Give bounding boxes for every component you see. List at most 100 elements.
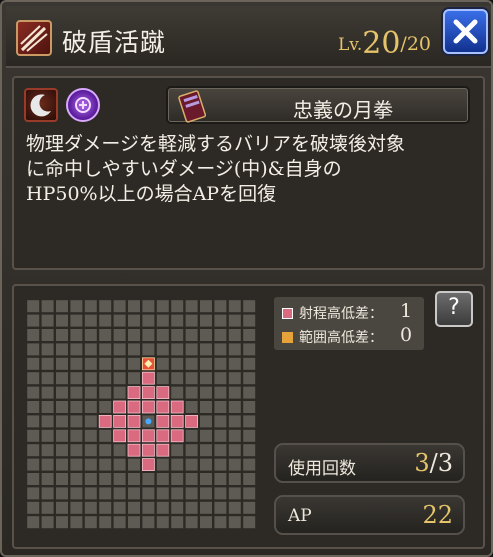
grid-cell [156, 357, 169, 370]
grid-cell [113, 329, 126, 341]
grid-cell [99, 487, 112, 500]
grid-cell [99, 300, 112, 313]
grid-cell [84, 372, 97, 385]
grid-cell [70, 314, 83, 327]
grid-cell [214, 357, 227, 370]
grid-cell [70, 401, 83, 413]
help-question-icon[interactable]: ? [448, 295, 460, 320]
grid-cell [228, 300, 241, 313]
level-max: /20 [400, 33, 431, 55]
range-cell [113, 429, 126, 443]
grid-cell [200, 487, 212, 500]
uses-value: 3/3 [414, 449, 453, 477]
grid-cell [185, 458, 198, 471]
level-current: 20 [362, 26, 401, 61]
grid-cell [200, 300, 212, 313]
grid-cell [84, 487, 97, 500]
grid-cell [142, 300, 155, 313]
grid-cell [84, 401, 97, 413]
grid-cell [41, 487, 54, 500]
grid-cell [156, 501, 169, 514]
grid-cell [142, 314, 155, 327]
grid-cell [171, 458, 184, 471]
grid-cell [41, 444, 54, 457]
range-cell [142, 458, 155, 472]
grid-cell [200, 429, 212, 442]
grid-cell [228, 429, 241, 442]
grid-cell [27, 429, 40, 442]
height-difference-box: 射程高低差： 1 範囲高低差： 0 [274, 297, 424, 350]
range-cell [98, 415, 112, 428]
grid-cell [70, 501, 83, 514]
grid-cell [243, 473, 256, 485]
close-button[interactable] [443, 9, 488, 54]
grid-cell [128, 501, 140, 514]
grid-cell [113, 357, 126, 370]
grid-cell [200, 516, 212, 529]
grid-cell [156, 314, 169, 327]
grid-cell [142, 343, 155, 356]
grid-cell [84, 386, 97, 399]
grid-cell [84, 343, 97, 356]
range-color-square [282, 308, 293, 319]
uses-slash: / [429, 449, 438, 477]
grid-cell [70, 516, 83, 529]
grid-cell [185, 487, 198, 500]
grid-cell [228, 329, 241, 341]
grid-cell [243, 329, 256, 341]
grid-cell [113, 487, 126, 500]
grid-cell [84, 300, 97, 313]
grid-cell [128, 458, 140, 471]
grid-cell [41, 343, 54, 356]
range-cell [170, 429, 184, 443]
grid-cell [56, 314, 68, 327]
grid-cell [200, 401, 212, 413]
grid-cell [99, 372, 112, 385]
grid-cell [200, 357, 212, 370]
grid-cell [99, 516, 112, 529]
grid-cell [185, 343, 198, 356]
close-x-icon[interactable] [445, 11, 486, 52]
help-button[interactable]: ? [435, 291, 473, 327]
grid-cell [99, 444, 112, 457]
grid-cell [27, 372, 40, 385]
grid-cell [41, 516, 54, 529]
grid-cell [228, 501, 241, 514]
grid-cell [185, 314, 198, 327]
grid-cell [228, 516, 241, 529]
grid-cell [214, 314, 227, 327]
uses-total: 3 [437, 449, 453, 477]
grid-cell [200, 343, 212, 356]
grid-cell [27, 487, 40, 500]
grid-cell [27, 314, 40, 327]
grid-cell [228, 314, 241, 327]
range-cell [127, 443, 141, 457]
grid-cell [27, 386, 40, 399]
grid-cell [185, 357, 198, 370]
grid-cell [171, 516, 184, 529]
grid-cell [142, 516, 155, 529]
grid-cell [41, 314, 54, 327]
grid-cell [243, 487, 256, 500]
crescent-moon-element-icon [24, 88, 58, 122]
grid-cell [214, 473, 227, 485]
range-cell [142, 371, 155, 385]
grid-cell [70, 300, 83, 313]
grid-cell [214, 487, 227, 500]
grid-cell [171, 372, 184, 385]
grid-cell [185, 401, 198, 413]
grid-cell [156, 372, 169, 385]
grid-cell [113, 372, 126, 385]
description-line: HP50%以上の場合APを回復 [26, 183, 277, 205]
range-cell [156, 400, 170, 414]
grid-cell [70, 386, 83, 399]
grid-cell [41, 401, 54, 413]
grid-cell [84, 501, 97, 514]
grid-cell [156, 343, 169, 356]
grid-cell [99, 458, 112, 471]
range-cell [127, 415, 141, 428]
grid-cell [214, 429, 227, 442]
grid-cell [200, 458, 212, 471]
grid-cell [185, 516, 198, 529]
grid-cell [70, 357, 83, 370]
